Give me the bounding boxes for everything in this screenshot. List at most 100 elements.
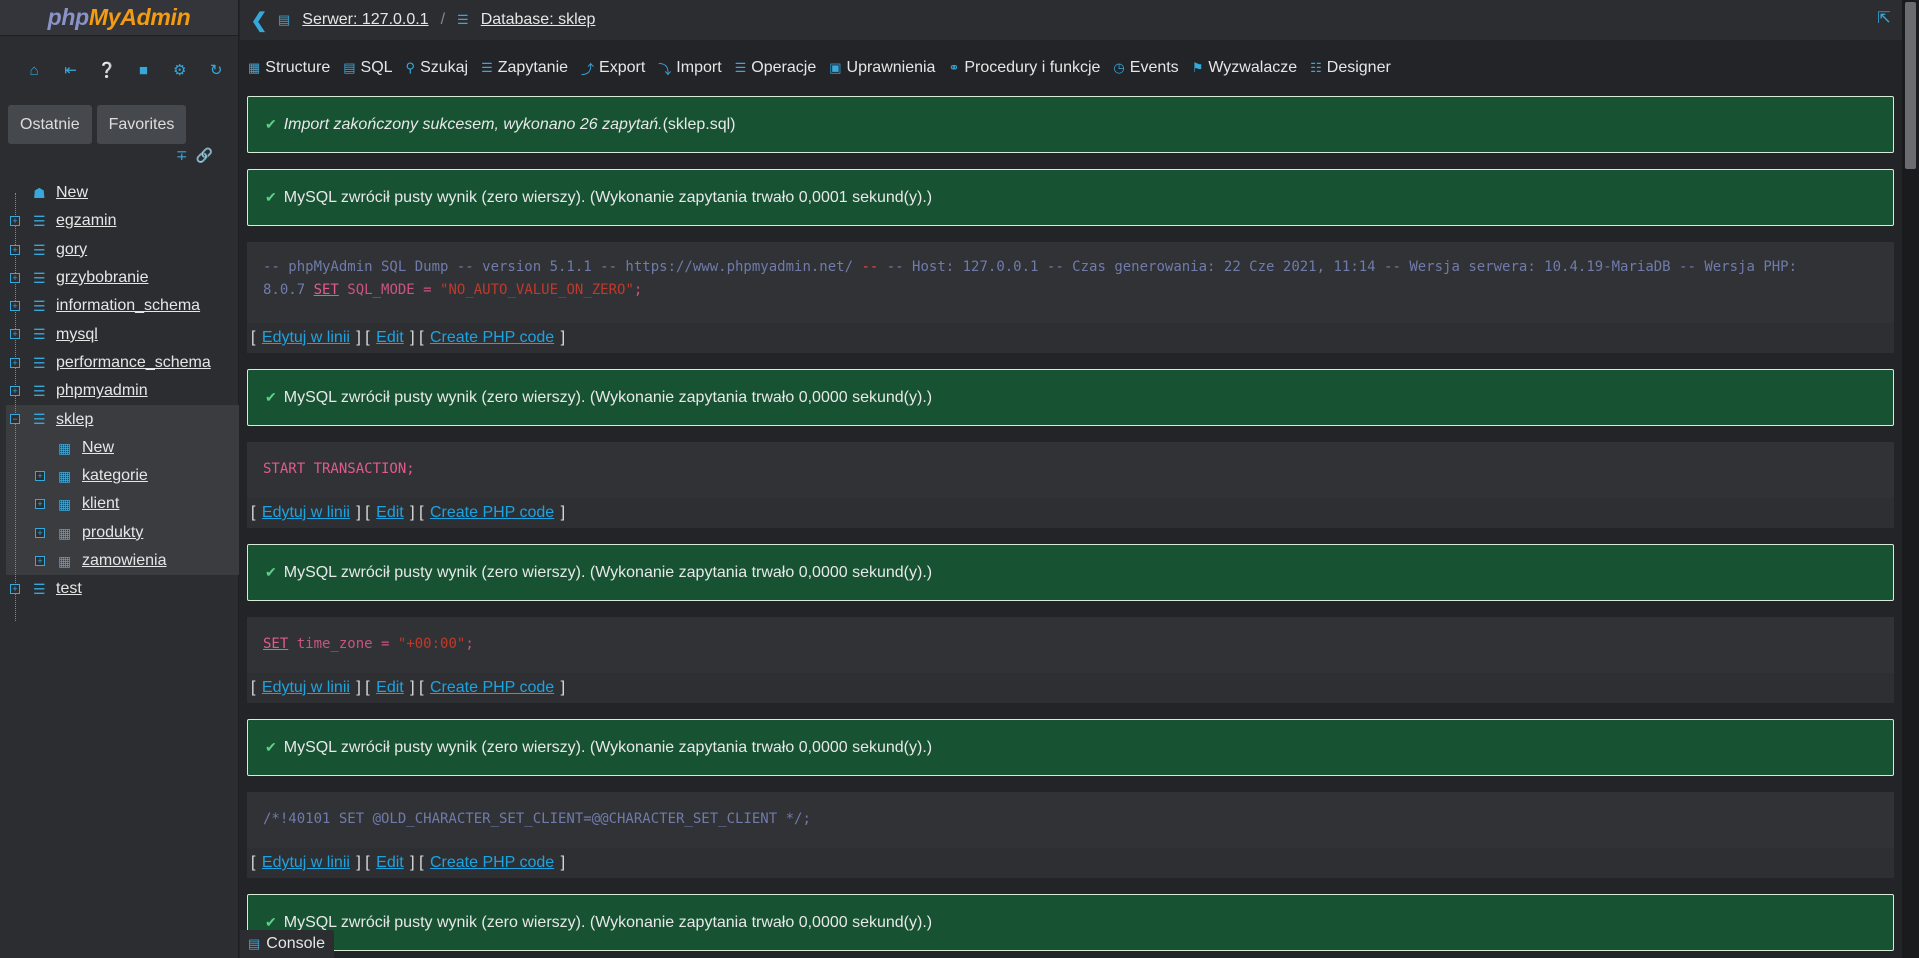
create-php-code-link[interactable]: Create PHP code — [430, 504, 554, 522]
tree-item-label[interactable]: performance_schema — [56, 354, 211, 372]
expand-icon[interactable]: + — [10, 301, 20, 312]
message-text: MySQL zwrócił pusty wynik (zero wierszy)… — [283, 913, 933, 931]
logo-php: php — [47, 4, 90, 30]
database-menu: ▦ Structure ▤ SQL ⚲ Szukaj ☰ Zapytanie ⤴ Expo… — [240, 40, 1902, 96]
create-php-code-link[interactable]: Create PHP code — [430, 854, 554, 872]
console-toggle[interactable]: ▤ Console — [240, 930, 334, 958]
success-message: ✔ MySQL zwrócił pusty wynik (zero wiersz… — [247, 719, 1894, 776]
tab-privileges[interactable]: ▣ Uprawnienia — [829, 59, 935, 77]
tab-events[interactable]: ◷ Events — [1113, 59, 1178, 77]
tab-designer[interactable]: ☷ Designer — [1310, 59, 1391, 77]
tab-sql[interactable]: ▤ SQL — [343, 59, 392, 77]
tab-import[interactable]: ⤵ Import — [658, 59, 721, 78]
sql-keyword: START TRANSACTION; — [263, 461, 415, 477]
tree-item-zamowienia[interactable]: + ▦ zamowienia — [0, 547, 239, 575]
tree-item-produkty[interactable]: + ▦ produkty — [0, 519, 239, 547]
create-php-code-link[interactable]: Create PHP code — [430, 679, 554, 697]
collapse-icon[interactable]: − — [10, 414, 20, 425]
tab-operations[interactable]: ☰ Operacje — [735, 59, 817, 77]
reload-icon[interactable]: ↻ — [198, 61, 234, 79]
tree-item-kategorie[interactable]: + ▦ kategorie — [0, 462, 239, 490]
check-icon: ✔ — [265, 189, 277, 205]
tree-item-new[interactable]: ☗ New — [0, 179, 238, 207]
database-icon: ☰ — [457, 12, 469, 27]
tree-item-sklep-new[interactable]: ▦ New — [0, 434, 239, 462]
expand-icon[interactable]: + — [10, 329, 20, 340]
expand-icon[interactable]: + — [35, 527, 45, 538]
tree-item-label[interactable]: New — [56, 184, 88, 202]
tree-item-label[interactable]: produkty — [82, 524, 143, 542]
favorites-tab[interactable]: Favorites — [96, 105, 187, 144]
tab-export[interactable]: ⤴ Export — [581, 59, 645, 78]
tree-item-gory[interactable]: + ☰ gory — [0, 236, 238, 264]
edit-link[interactable]: Edit — [376, 504, 404, 522]
tab-routines[interactable]: ⚭ Procedury i funkcje — [948, 59, 1100, 77]
tree-item-label[interactable]: egzamin — [56, 212, 116, 230]
expand-icon[interactable]: + — [35, 470, 45, 481]
tree-item-label[interactable]: gory — [56, 241, 87, 259]
docs-icon[interactable]: ■ — [125, 62, 161, 79]
tab-label: Operacje — [751, 59, 817, 76]
page-scrollbar[interactable] — [1902, 0, 1919, 958]
tab-query[interactable]: ☰ Zapytanie — [481, 59, 568, 77]
tree-item-grzybobranie[interactable]: + ☰ grzybobranie — [0, 264, 238, 292]
logout-icon[interactable]: ⇤ — [52, 61, 88, 79]
database-icon: ☰ — [33, 241, 46, 258]
edit-inline-link[interactable]: Edytuj w linii — [262, 854, 350, 872]
tab-search[interactable]: ⚲ Szukaj — [406, 59, 469, 77]
tree-item-egzamin[interactable]: + ☰ egzamin — [0, 207, 238, 235]
edit-inline-link[interactable]: Edytuj w linii — [262, 329, 350, 347]
tree-tools: ∓ 🔗 — [0, 147, 238, 165]
tree-item-label[interactable]: mysql — [56, 326, 98, 344]
edit-link[interactable]: Edit — [376, 329, 404, 347]
tree-item-label[interactable]: sklep — [56, 411, 93, 429]
create-php-code-link[interactable]: Create PHP code — [430, 329, 554, 347]
edit-link[interactable]: Edit — [376, 679, 404, 697]
tree-item-klient[interactable]: + ▦ klient — [0, 490, 239, 518]
sql-icon: ▤ — [343, 60, 356, 75]
tree-item-phpmyadmin[interactable]: + ☰ phpmyadmin — [0, 377, 238, 405]
tree-item-test[interactable]: + ☰ test — [0, 575, 238, 603]
home-icon[interactable]: ⌂ — [16, 62, 52, 79]
expand-icon[interactable]: + — [10, 357, 20, 368]
tree-item-sklep[interactable]: − ☰ sklep — [0, 405, 239, 433]
tree-item-label[interactable]: New — [82, 439, 114, 457]
tree-item-performance-schema[interactable]: + ☰ performance_schema — [0, 349, 238, 377]
edit-link[interactable]: Edit — [376, 854, 404, 872]
collapse-sidebar-icon[interactable]: ❮ — [240, 0, 278, 40]
tree-item-label[interactable]: kategorie — [82, 467, 148, 485]
help-icon[interactable]: ❔ — [89, 61, 125, 79]
link-with-main-icon[interactable]: 🔗 — [196, 147, 213, 165]
settings-icon[interactable]: ⚙ — [162, 61, 198, 79]
scroll-top-icon[interactable]: ⇱ — [1872, 8, 1896, 32]
phpmyadmin-logo[interactable]: php MyAdmin — [0, 0, 238, 36]
tab-triggers[interactable]: ⚑ Wyzwalacze — [1192, 59, 1297, 77]
tree-item-label[interactable]: test — [56, 580, 82, 598]
query-icon: ☰ — [481, 60, 493, 75]
breadcrumb-database[interactable]: Database: sklep — [481, 11, 596, 29]
expand-icon[interactable]: + — [35, 499, 45, 510]
events-icon: ◷ — [1113, 60, 1125, 75]
tree-item-label[interactable]: phpmyadmin — [56, 382, 148, 400]
tree-item-label[interactable]: grzybobranie — [56, 269, 149, 287]
collapse-all-icon[interactable]: ∓ — [176, 147, 188, 165]
expand-icon[interactable]: + — [10, 386, 20, 397]
privileges-icon: ▣ — [829, 60, 842, 75]
tree-item-label[interactable]: information_schema — [56, 297, 200, 315]
tree-item-mysql[interactable]: + ☰ mysql — [0, 320, 238, 348]
edit-inline-link[interactable]: Edytuj w linii — [262, 504, 350, 522]
tab-structure[interactable]: ▦ Structure — [248, 59, 330, 77]
tree-item-label[interactable]: klient — [82, 495, 119, 513]
scrollbar-thumb[interactable] — [1905, 2, 1916, 169]
tree-item-information-schema[interactable]: + ☰ information_schema — [0, 292, 238, 320]
database-icon: ☰ — [33, 269, 46, 286]
expand-icon[interactable]: + — [35, 555, 45, 566]
breadcrumb-server[interactable]: Serwer: 127.0.0.1 — [302, 11, 428, 29]
expand-icon[interactable]: + — [10, 584, 20, 595]
edit-inline-link[interactable]: Edytuj w linii — [262, 679, 350, 697]
expand-icon[interactable]: + — [10, 216, 20, 227]
expand-icon[interactable]: + — [10, 272, 20, 283]
recent-tab[interactable]: Ostatnie — [8, 105, 92, 144]
tree-item-label[interactable]: zamowienia — [82, 552, 166, 570]
expand-icon[interactable]: + — [10, 244, 20, 255]
